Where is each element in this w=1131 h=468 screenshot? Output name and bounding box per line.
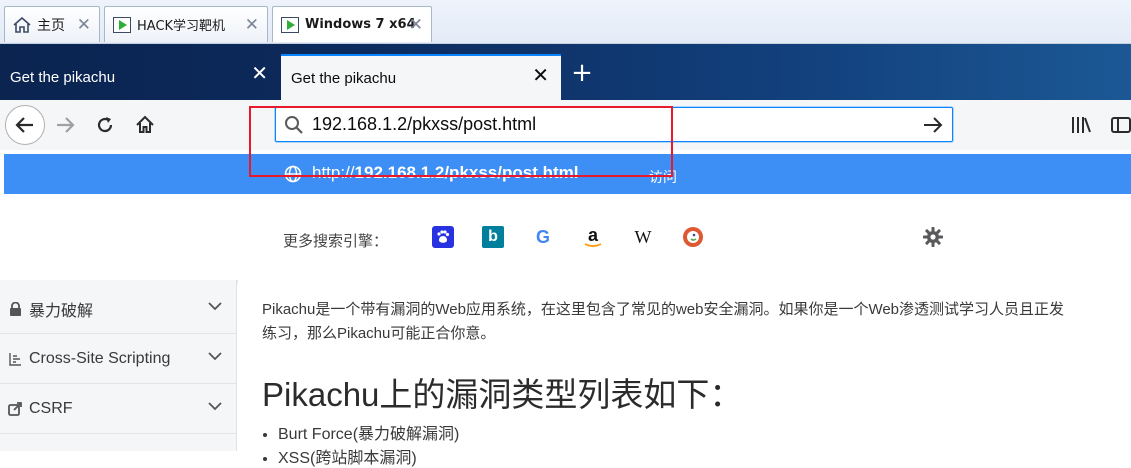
search-icon [285,116,303,134]
intro-paragraph: Pikachu是一个带有漏洞的Web应用系统，在这里包含了常见的web安全漏洞。… [262,298,1131,346]
vm-tab-strip: 主页 ✕ HACK学习靶机 ✕ Windows 7 x64 ✕ [0,0,1131,44]
back-arrow-icon [15,117,33,133]
sidebar-item-label: CSRF [29,399,73,417]
vm-icon [113,16,131,33]
close-tab-icon[interactable]: ✕ [251,64,268,84]
home-button[interactable] [132,112,158,138]
sidebar-icon [1111,117,1131,133]
vm-tab-hack[interactable]: HACK学习靶机 ✕ [104,6,268,42]
suggestion-url-host: 192.168.1.2/pkxss/post.html [354,163,579,182]
close-icon[interactable]: ✕ [409,15,423,35]
globe-icon [284,165,302,183]
sidebar-toggle-button[interactable] [1108,112,1131,138]
lock-icon [8,301,22,316]
bing-icon[interactable]: b [482,226,504,248]
list-item: Burt Force(暴力破解漏洞) [278,420,459,444]
intro-line: 练习，那么Pikachu可能正合你意。 [262,325,496,342]
close-icon[interactable]: ✕ [245,15,259,35]
go-arrow-icon [924,117,943,133]
list-icon [8,352,22,366]
url-suggestion-row[interactable]: http://192.168.1.2/pkxss/post.html 访问 [4,154,1131,194]
chevron-down-icon [208,352,222,361]
browser-tab-active[interactable]: Get the pikachu ✕ [281,54,561,100]
google-icon[interactable]: G [532,226,554,248]
sidebar-item-label: 暴力破解 [29,302,94,320]
baidu-icon[interactable] [432,226,454,248]
address-bar[interactable]: 192.168.1.2/pkxss/post.html [275,107,953,142]
vm-tab-home[interactable]: 主页 ✕ [4,6,100,42]
list-item: XSS(跨站脚本漏洞) [278,444,459,468]
tab-title: Get the pikachu [291,69,397,87]
sidebar-item-brute-force[interactable]: 暴力破解 [0,284,236,334]
new-tab-button[interactable]: + [568,60,596,88]
forward-arrow-icon [57,117,75,133]
chevron-down-icon [208,302,222,311]
search-engines-label: 更多搜索引擎： [283,232,389,250]
browser-tab[interactable]: Get the pikachu ✕ [0,54,280,100]
share-icon [8,401,22,416]
duckduckgo-icon[interactable] [682,226,704,248]
sidebar-item-csrf[interactable]: CSRF [0,384,236,434]
browser-tab-bar: Get the pikachu ✕ Get the pikachu ✕ + [0,44,1131,100]
tab-title: Get the pikachu [10,68,116,86]
suggestion-url-prefix: http:// [312,163,355,182]
site-sidebar: 暴力破解 Cross-Site Scripting CSRF [0,280,237,451]
suggestion-url: http://192.168.1.2/pkxss/post.html [312,163,578,183]
intro-line: Pikachu是一个带有漏洞的Web应用系统，在这里包含了常见的web安全漏洞。… [262,301,1065,318]
url-input[interactable]: 192.168.1.2/pkxss/post.html [312,114,536,135]
library-button[interactable] [1068,112,1094,138]
vulnerability-list: Burt Force(暴力破解漏洞) XSS(跨站脚本漏洞) [278,420,459,468]
close-icon[interactable]: ✕ [77,15,91,35]
wikipedia-icon[interactable]: W [632,226,654,248]
vm-tab-windows7[interactable]: Windows 7 x64 ✕ [272,6,432,42]
vm-tab-label: 主页 [37,17,65,34]
forward-button[interactable] [52,112,78,138]
navigation-toolbar: 192.168.1.2/pkxss/post.html [0,100,1131,150]
page-heading: Pikachu上的漏洞类型列表如下： [262,376,743,413]
home-icon [136,115,154,133]
vm-tab-label: HACK学习靶机 [137,19,226,34]
sidebar-item-xss[interactable]: Cross-Site Scripting [0,334,236,384]
gear-icon[interactable] [922,226,944,248]
reload-button[interactable] [92,112,118,138]
search-engines-panel: 更多搜索引擎： b G a W [0,196,1131,280]
vm-tab-label: Windows 7 x64 [305,17,416,32]
amazon-glyph: a [587,224,598,245]
amazon-icon[interactable]: a [582,226,604,248]
vm-icon [281,16,299,33]
main-content: Pikachu是一个带有漏洞的Web应用系统，在这里包含了常见的web安全漏洞。… [238,280,1131,467]
close-tab-icon[interactable]: ✕ [532,66,549,86]
home-icon [13,16,31,33]
back-button[interactable] [5,105,45,145]
library-icon [1072,117,1091,133]
sidebar-item-label: Cross-Site Scripting [29,349,171,367]
chevron-down-icon [208,402,222,411]
suggestion-action: 访问 [649,169,677,185]
reload-icon [97,117,113,133]
